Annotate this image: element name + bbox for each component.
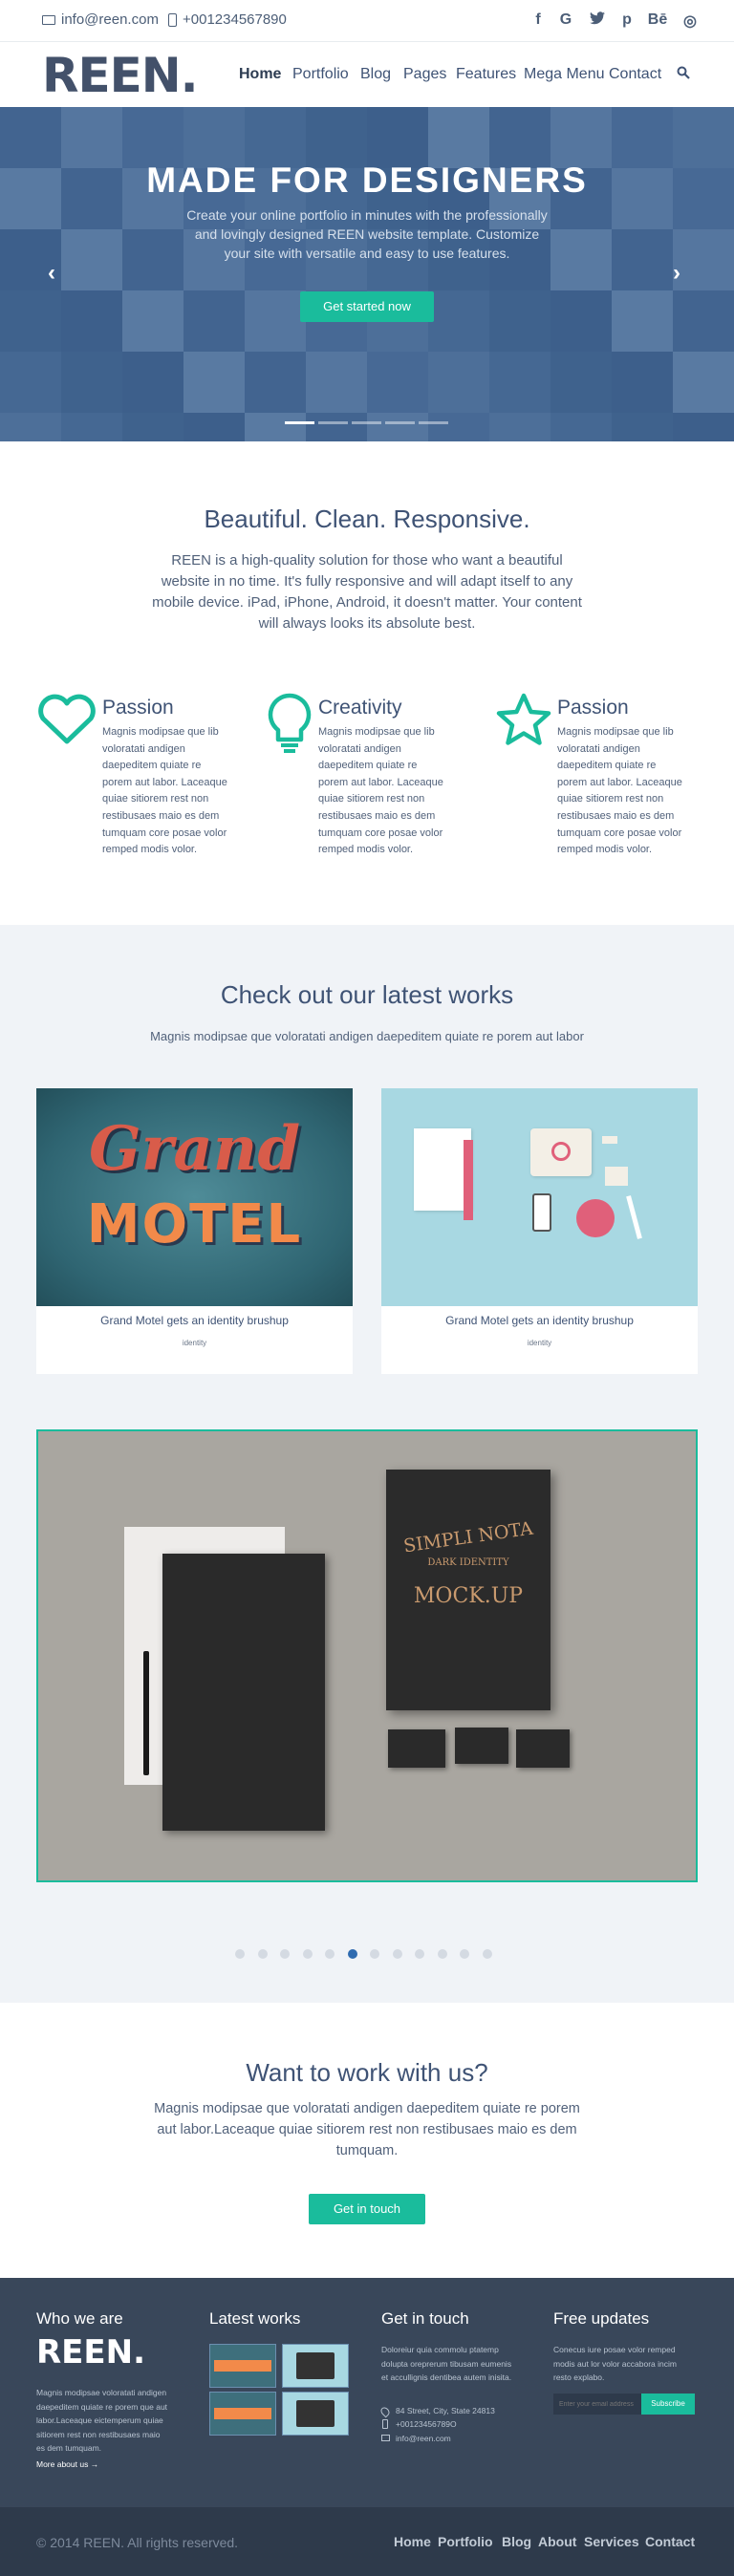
chevron-left-icon[interactable]: ‹	[48, 260, 55, 287]
phone-icon	[382, 2419, 388, 2429]
works-title: Check out our latest works	[220, 980, 514, 1009]
nav-mega-menu[interactable]: Mega Menu	[524, 66, 605, 83]
feature-text-3: Magnis modipsae que lib voloratati andig…	[557, 726, 682, 856]
bottom-link-blog[interactable]: Blog	[502, 2534, 531, 2549]
copyright: © 2014 REEN. All rights reserved.	[36, 2535, 239, 2550]
feature-text-1: Magnis modipsae que lib voloratati andig…	[102, 726, 227, 856]
bottom-link-services[interactable]: Services	[584, 2534, 639, 2549]
twitter-icon[interactable]	[588, 11, 607, 30]
more-about-link[interactable]: More about us →	[36, 2458, 98, 2472]
carousel-dot[interactable]	[347, 1949, 357, 1959]
footer-contact-text: Doloreiur quia commolu ptatemp dolupta o…	[381, 2345, 512, 2382]
work-card-1[interactable]: Grand MOTEL Grand Motel gets an identity…	[36, 1088, 353, 1374]
chevron-right-icon[interactable]: ›	[673, 260, 680, 287]
intro-title: Beautiful. Clean. Responsive.	[204, 504, 530, 533]
works-subtitle: Magnis modipsae que voloratati andigen d…	[150, 1029, 584, 1043]
footer-phone: +00123456789O	[396, 2419, 457, 2429]
slide-indicator-5[interactable]	[419, 421, 448, 424]
footer-works-title: Latest works	[209, 2309, 301, 2328]
footer-address: 84 Street, City, State 24813	[396, 2406, 495, 2415]
footer-work-thumb-4[interactable]	[282, 2392, 349, 2436]
feature-title-1: Passion	[102, 697, 174, 719]
contact-phone[interactable]: +001234567890	[168, 11, 287, 28]
work-card-tag-2: identity	[527, 1339, 552, 1347]
behance-icon[interactable]: Bē	[646, 11, 669, 29]
nav-pages[interactable]: Pages	[403, 66, 446, 83]
bottom-link-portfolio[interactable]: Portfolio	[438, 2534, 493, 2549]
subscribe-button[interactable]: Subscribe	[641, 2394, 695, 2415]
get-started-button[interactable]: Get started now	[300, 291, 434, 322]
carousel-dot[interactable]	[392, 1949, 402, 1959]
nav-portfolio[interactable]: Portfolio	[292, 66, 349, 83]
featured-work-image[interactable]: SIMPLI NOTA DARK IDENTITY MOCK.UP	[36, 1429, 698, 1882]
newsletter-email-input[interactable]	[553, 2394, 641, 2415]
bottom-link-home[interactable]: Home	[394, 2534, 431, 2549]
footer-updates-text: Conecus iure posae volor remped modis au…	[553, 2345, 677, 2382]
slide-indicator-3[interactable]	[352, 421, 381, 424]
get-in-touch-button[interactable]: Get in touch	[309, 2194, 425, 2224]
hero-subtitle: Create your online portfolio in minutes …	[186, 207, 548, 261]
heart-icon	[36, 694, 97, 750]
footer-work-thumb-1[interactable]	[209, 2344, 276, 2388]
intro-text: REEN is a high-quality solution for thos…	[152, 552, 582, 632]
footer-work-thumb-3[interactable]	[209, 2392, 276, 2436]
work-card-title-2[interactable]: Grand Motel gets an identity brushup	[381, 1314, 698, 1327]
work-image-1: Grand MOTEL	[36, 1088, 353, 1306]
footer-logo[interactable]: REEN.	[36, 2333, 145, 2372]
work-image-2	[381, 1088, 698, 1306]
star-icon	[495, 692, 552, 752]
work-card-title-1[interactable]: Grand Motel gets an identity brushup	[36, 1314, 353, 1327]
hero-slider: MADE FOR DESIGNERS Create your online po…	[0, 107, 734, 441]
bottom-link-about[interactable]: About	[538, 2534, 576, 2549]
carousel-dot[interactable]	[325, 1949, 335, 1959]
slide-indicator-1[interactable]	[285, 421, 314, 424]
footer-work-thumb-2[interactable]	[282, 2344, 349, 2388]
google-plus-icon[interactable]: G	[556, 11, 575, 29]
feature-title-3: Passion	[557, 697, 629, 719]
logo[interactable]: REEN.	[42, 48, 199, 103]
cta-title: Want to work with us?	[246, 2058, 488, 2087]
nav-home[interactable]: Home	[239, 66, 281, 83]
footer-who-title: Who we are	[36, 2309, 123, 2328]
work-card-2[interactable]: Grand Motel gets an identity brushup ide…	[381, 1088, 698, 1374]
slide-indicator-2[interactable]	[318, 421, 348, 424]
facebook-icon[interactable]: f	[529, 11, 548, 29]
footer-updates-title: Free updates	[553, 2309, 650, 2328]
cta-text: Magnis modipsae que voloratati andigen d…	[154, 2101, 580, 2158]
carousel-dot[interactable]	[437, 1949, 447, 1959]
footer-contact-title: Get in touch	[381, 2309, 469, 2328]
envelope-icon	[381, 2435, 390, 2441]
dribbble-icon[interactable]: ◎	[680, 11, 700, 31]
lightbulb-icon	[266, 692, 313, 762]
pinterest-icon[interactable]: p	[617, 11, 637, 29]
carousel-dot[interactable]	[460, 1949, 469, 1959]
carousel-dot[interactable]	[257, 1949, 268, 1959]
slide-indicator-4[interactable]	[385, 421, 415, 424]
nav-blog[interactable]: Blog	[360, 66, 391, 83]
hero-title: MADE FOR DESIGNERS	[146, 161, 588, 200]
search-icon[interactable]	[677, 66, 690, 84]
nav-contact[interactable]: Contact	[609, 66, 661, 83]
envelope-icon	[42, 14, 55, 25]
carousel-dot[interactable]	[302, 1949, 313, 1959]
bottom-link-contact[interactable]: Contact	[645, 2534, 695, 2549]
carousel-dot[interactable]	[415, 1949, 424, 1959]
hero-overlay	[0, 107, 734, 441]
nav-features[interactable]: Features	[456, 66, 516, 83]
carousel-dot[interactable]	[370, 1949, 379, 1959]
feature-text-2: Magnis modipsae que lib voloratati andig…	[318, 726, 443, 856]
footer-who-text: Magnis modipsae voloratati andigen daepe…	[36, 2388, 168, 2453]
carousel-dot[interactable]	[235, 1949, 245, 1959]
footer-email[interactable]: info@reen.com	[396, 2432, 451, 2446]
carousel-dot[interactable]	[280, 1949, 290, 1959]
phone-icon	[168, 12, 177, 27]
carousel-dot[interactable]	[482, 1949, 492, 1959]
work-card-tag-1: identity	[182, 1339, 207, 1347]
contact-email[interactable]: info@reen.com	[42, 11, 159, 28]
feature-title-2: Creativity	[318, 697, 402, 719]
